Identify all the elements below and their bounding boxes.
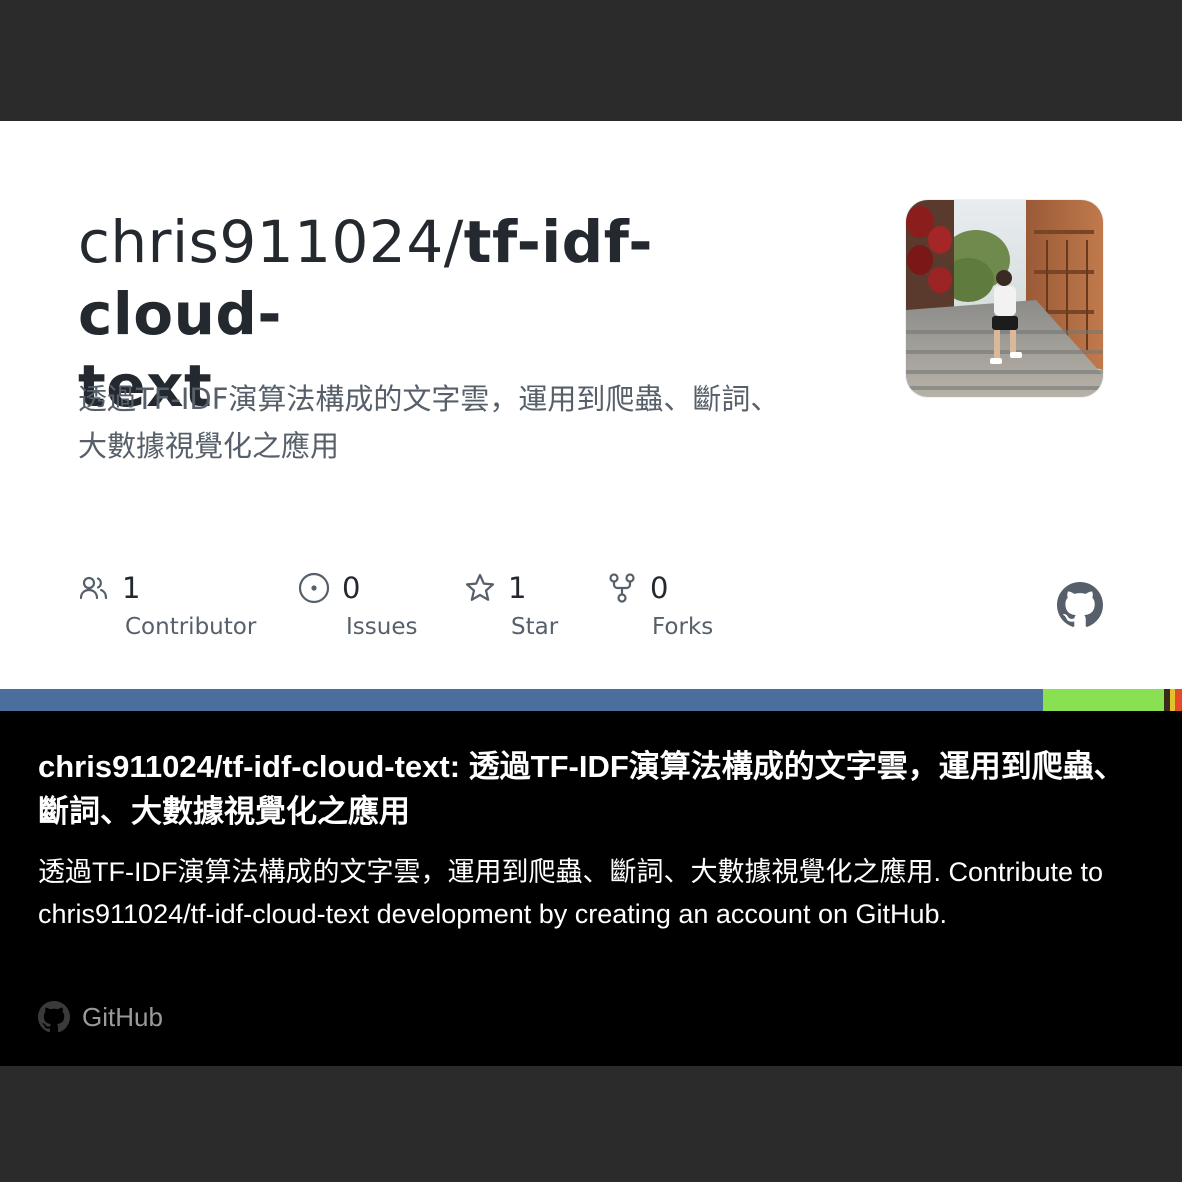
repo-owner: chris911024/ — [78, 208, 464, 276]
issue-label: Issues — [346, 614, 418, 640]
avatar-photo — [906, 200, 1103, 397]
preview-description: 透過TF-IDF演算法構成的文字雲，運用到爬蟲、斷詞、大數據視覺化之應用. Co… — [38, 857, 1104, 929]
issue-icon — [298, 572, 330, 604]
star-label: Star — [511, 614, 559, 640]
preview-title: chris911024/tf-idf-cloud-text: 透過TF-IDF演… — [38, 749, 1125, 829]
fork-label: Forks — [652, 614, 714, 640]
site-name: GitHub — [82, 1001, 163, 1032]
contributor-label: Contributor — [125, 614, 257, 640]
issue-count: 0 — [342, 571, 361, 605]
language-bar — [0, 689, 1182, 711]
stat-forks[interactable]: 0 Forks — [606, 566, 713, 640]
repo-description: 透過TF-IDF演算法構成的文字雲，運用到爬蟲、斷詞、大數據視覺化之應用 — [78, 382, 780, 463]
stat-contributors[interactable]: 1 Contributor — [78, 566, 256, 640]
language-segment — [1174, 689, 1182, 711]
fork-count: 0 — [650, 571, 669, 605]
language-segment — [0, 689, 1043, 711]
github-site-icon — [38, 1001, 70, 1033]
contributor-count: 1 — [122, 571, 141, 605]
star-count: 1 — [508, 571, 527, 605]
people-icon — [78, 572, 110, 604]
star-icon — [464, 572, 496, 604]
screenshot-frame: chris911024/tf-idf-cloud-text 透過TF-IDF演算… — [0, 0, 1182, 1182]
owner-avatar — [906, 200, 1103, 397]
fork-icon — [606, 572, 638, 604]
link-preview[interactable]: chris911024/tf-idf-cloud-text: 透過TF-IDF演… — [0, 711, 1182, 1066]
github-logo-icon — [1057, 582, 1103, 628]
stat-stars[interactable]: 1 Star — [464, 566, 558, 640]
preview-site: GitHub — [38, 999, 163, 1035]
og-image-card[interactable]: chris911024/tf-idf-cloud-text 透過TF-IDF演算… — [0, 121, 1182, 689]
language-segment — [1042, 689, 1165, 711]
stat-issues[interactable]: 0 Issues — [298, 566, 417, 640]
